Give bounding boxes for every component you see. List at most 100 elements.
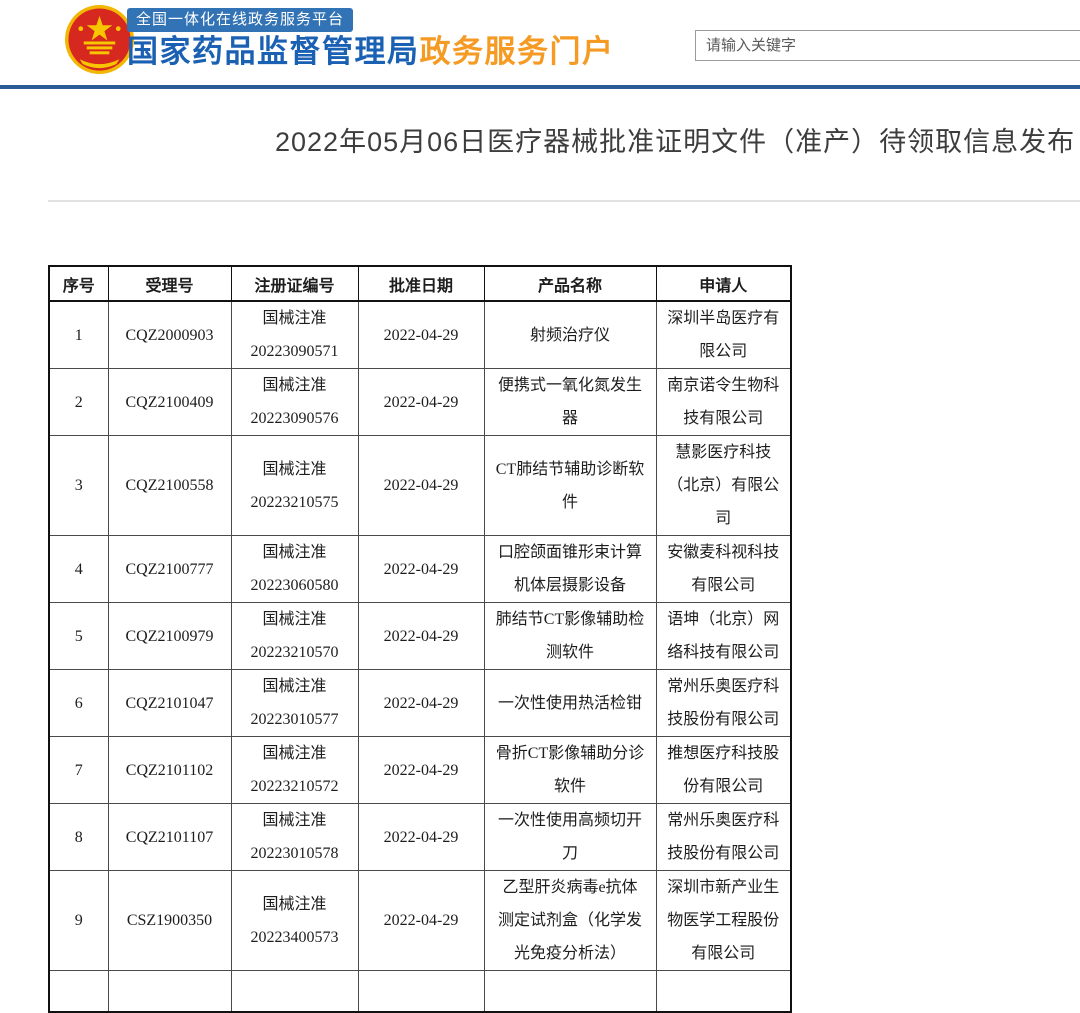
cell-reg-cert-no: 国械注准20223010578 [231,804,358,871]
reg-cert-prefix: 国械注准 [242,888,348,921]
search-input[interactable] [695,30,1080,61]
reg-cert-number: 20223010577 [242,703,348,736]
cell-seq: 4 [49,536,108,603]
reg-cert-number: 20223090576 [242,402,348,435]
header-divider-bar [0,85,1080,89]
cell-approval-date: 2022-04-29 [358,737,484,804]
reg-cert-prefix: 国械注准 [242,670,348,703]
reg-cert-prefix: 国械注准 [242,453,348,486]
cell-approval-date: 2022-04-29 [358,436,484,536]
reg-cert-number: 20223210572 [242,770,348,803]
column-header: 申请人 [656,266,791,301]
cell-seq: 8 [49,804,108,871]
site-name-suffix: 政务服务门户 [420,34,615,69]
cell-applicant: 语坤（北京）网络科技有限公司 [656,603,791,670]
table-row: 3CQZ2100558国械注准202232105752022-04-29CT肺结… [49,436,791,536]
cell-acceptance-no: CQZ2100558 [108,436,231,536]
cell-empty [358,971,484,1013]
site-header: 全国一体化在线政务服务平台 国家药品监督管理局政务服务门户 [0,0,1080,85]
column-header: 产品名称 [484,266,656,301]
cell-product-name: 乙型肝炎病毒e抗体测定试剂盒（化学发光免疫分析法） [484,871,656,971]
table-row-partial [49,971,791,1013]
cell-reg-cert-no: 国械注准20223010577 [231,670,358,737]
approval-table: 序号受理号注册证编号批准日期产品名称申请人 1CQZ2000903国械注准202… [48,265,792,1013]
cell-approval-date: 2022-04-29 [358,369,484,436]
cell-seq: 1 [49,301,108,369]
table-row: 4CQZ2100777 国械注准20223060580 2022-04-29口腔颌面… [49,536,791,603]
cell-acceptance-no: CQZ2101047 [108,670,231,737]
header-titles: 全国一体化在线政务服务平台 国家药品监督管理局政务服务门户 [127,8,615,69]
cell-approval-date: 2022-04-29 [358,603,484,670]
column-header: 批准日期 [358,266,484,301]
cell-reg-cert-no: 国械注准20223210575 [231,436,358,536]
reg-cert-prefix: 国械注准 [242,302,348,335]
cell-approval-date: 2022-04-29 [358,804,484,871]
cell-applicant: 安徽麦科视科技有限公司 [656,536,791,603]
cell-empty [484,971,656,1013]
reg-cert-number: 20223060580 [242,569,348,602]
table-row: 8CQZ2101107国械注准202230105782022-04-29一次性使… [49,804,791,871]
cell-product-name: 口腔颌面锥形束计算机体层摄影设备 [484,536,656,603]
reg-cert-number: 20223210575 [242,486,348,519]
cell-approval-date: 2022-04-29 [358,871,484,971]
cell-reg-cert-no: 国械注准20223090576 [231,369,358,436]
table-row: 2CQZ2100409国械注准202230905762022-04-29便携式一… [49,369,791,436]
cell-empty [108,971,231,1013]
cell-applicant: 深圳市新产业生物医学工程股份有限公司 [656,871,791,971]
cell-reg-cert-no: 国械注准20223090571 [231,301,358,369]
reg-cert-prefix: 国械注准 [242,536,348,569]
cell-product-name: 一次性使用热活检钳 [484,670,656,737]
column-header: 序号 [49,266,108,301]
cell-reg-cert-no: 国械注准20223400573 [231,871,358,971]
table-row: 1CQZ2000903国械注准202230905712022-04-29射频治疗… [49,301,791,369]
title-divider [48,200,1080,202]
column-header: 注册证编号 [231,266,358,301]
cell-applicant: 深圳半岛医疗有限公司 [656,301,791,369]
cell-product-name: CT肺结节辅助诊断软件 [484,436,656,536]
table-row: 7CQZ2101102国械注准202232105722022-04-29骨折CT… [49,737,791,804]
cell-approval-date: 2022-04-29 [358,670,484,737]
cell-acceptance-no: CQZ2101102 [108,737,231,804]
reg-cert-prefix: 国械注准 [242,804,348,837]
table-header-row: 序号受理号注册证编号批准日期产品名称申请人 [49,266,791,301]
cell-acceptance-no: CQZ2100409 [108,369,231,436]
cell-applicant: 慧影医疗科技（北京）有限公司 [656,436,791,536]
cell-approval-date: 2022-04-29 [358,536,484,603]
cell-empty [656,971,791,1013]
cell-product-name: 便携式一氧化氮发生器 [484,369,656,436]
cell-acceptance-no: CQZ2100777 [108,536,231,603]
reg-cert-number: 20223090571 [242,335,348,368]
site-title: 国家药品监督管理局政务服务门户 [127,35,615,69]
cell-product-name: 肺结节CT影像辅助检测软件 [484,603,656,670]
table-row: 6CQZ2101047国械注准202230105772022-04-29一次性使… [49,670,791,737]
cell-product-name: 一次性使用高频切开刀 [484,804,656,871]
table-row: 9CSZ1900350国械注准202234005732022-04-29乙型肝炎… [49,871,791,971]
column-header: 受理号 [108,266,231,301]
cell-acceptance-no: CSZ1900350 [108,871,231,971]
cell-product-name: 骨折CT影像辅助分诊软件 [484,737,656,804]
cell-seq: 2 [49,369,108,436]
cell-applicant: 南京诺令生物科技有限公司 [656,369,791,436]
reg-cert-prefix: 国械注准 [242,369,348,402]
cell-reg-cert-no: 国械注准20223210572 [231,737,358,804]
cell-applicant: 常州乐奥医疗科技股份有限公司 [656,804,791,871]
national-emblem-logo [64,4,135,75]
cell-approval-date: 2022-04-29 [358,301,484,369]
cell-seq: 9 [49,871,108,971]
reg-cert-number: 20223010578 [242,837,348,870]
cell-seq: 6 [49,670,108,737]
cell-reg-cert-no: 国械注准20223210570 [231,603,358,670]
platform-badge: 全国一体化在线政务服务平台 [127,8,353,32]
cell-applicant: 常州乐奥医疗科技股份有限公司 [656,670,791,737]
cell-seq: 3 [49,436,108,536]
reg-cert-number: 20223400573 [242,921,348,954]
cell-acceptance-no: CQZ2000903 [108,301,231,369]
cell-acceptance-no: CQZ2100979 [108,603,231,670]
cell-empty [231,971,358,1013]
site-name: 国家药品监督管理局 [127,34,420,69]
table-row: 5CQZ2100979国械注准202232105702022-04-29肺结节C… [49,603,791,670]
reg-cert-prefix: 国械注准 [242,603,348,636]
cell-seq: 5 [49,603,108,670]
reg-cert-number: 20223210570 [242,636,348,669]
table-body: 1CQZ2000903国械注准202230905712022-04-29射频治疗… [49,301,791,1012]
